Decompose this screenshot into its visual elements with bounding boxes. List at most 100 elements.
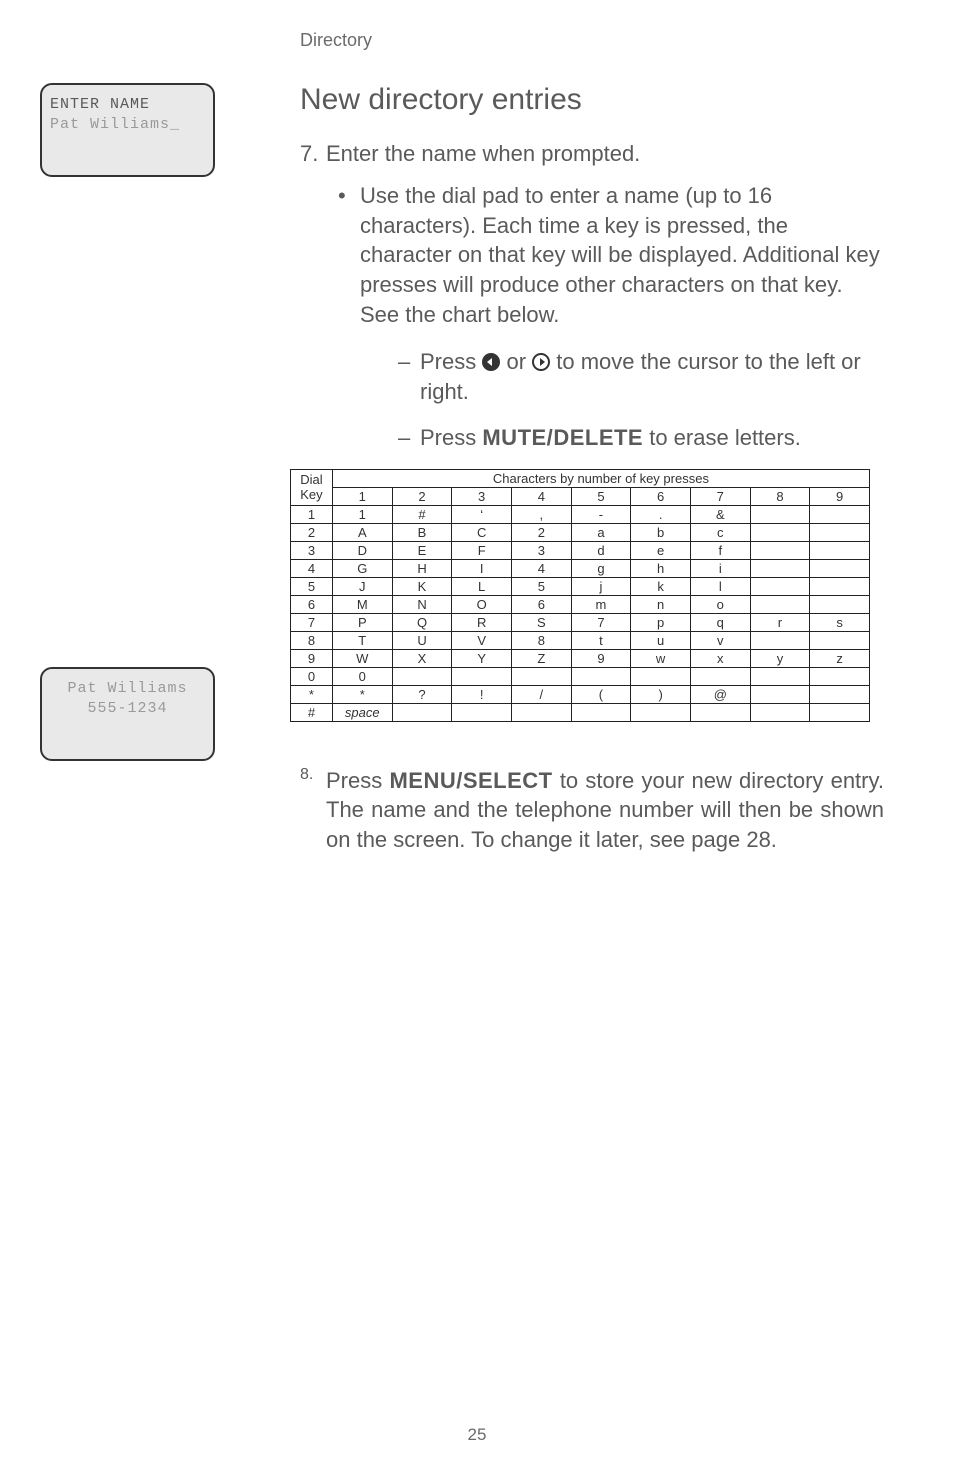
keymap-key-cell: * bbox=[291, 685, 333, 703]
keymap-cell: X bbox=[392, 649, 452, 667]
keymap-cell: ? bbox=[392, 685, 452, 703]
keymap-cell: / bbox=[512, 685, 572, 703]
col-9: 9 bbox=[810, 487, 870, 505]
table-row: #space bbox=[291, 703, 870, 721]
keymap-cell: J bbox=[332, 577, 392, 595]
keymap-cell: d bbox=[571, 541, 631, 559]
keymap-cell: . bbox=[631, 505, 691, 523]
keymap-cell bbox=[750, 523, 810, 541]
step-7-text: Enter the name when prompted. bbox=[326, 141, 640, 167]
keymap-cell bbox=[810, 631, 870, 649]
keymap-cell: a bbox=[571, 523, 631, 541]
keymap-header-dialkey: Dial Key bbox=[291, 469, 333, 505]
table-row: **?!/()@ bbox=[291, 685, 870, 703]
keymap-cell bbox=[512, 703, 572, 721]
keymap-cell bbox=[810, 667, 870, 685]
keymap-key-cell: 2 bbox=[291, 523, 333, 541]
keymap-cell: 5 bbox=[512, 577, 572, 595]
keymap-cell bbox=[690, 703, 750, 721]
keymap-key-cell: 4 bbox=[291, 559, 333, 577]
keymap-cell: o bbox=[690, 595, 750, 613]
keymap-cell: Q bbox=[392, 613, 452, 631]
table-row: 6MNO6mno bbox=[291, 595, 870, 613]
lcd-saved-entry: Pat Williams 555-1234 bbox=[40, 667, 215, 761]
keymap-cell: P bbox=[332, 613, 392, 631]
keymap-cell: N bbox=[392, 595, 452, 613]
lcd2-line2: 555-1234 bbox=[50, 699, 205, 719]
page-title: New directory entries bbox=[300, 83, 884, 117]
table-row: 8TUV8tuv bbox=[291, 631, 870, 649]
bullet-dot: • bbox=[338, 181, 360, 329]
sub2-key-sc: MUTE/ bbox=[482, 425, 553, 450]
keymap-key-cell: 8 bbox=[291, 631, 333, 649]
keymap-cell: H bbox=[392, 559, 452, 577]
keymap-cell bbox=[750, 541, 810, 559]
keymap-cell: 3 bbox=[512, 541, 572, 559]
keymap-cell: Y bbox=[452, 649, 512, 667]
table-row: 00 bbox=[291, 667, 870, 685]
keymap-cell: 8 bbox=[512, 631, 572, 649]
keymap-cell: j bbox=[571, 577, 631, 595]
keymap-cell: x bbox=[690, 649, 750, 667]
keymap-key-cell: 6 bbox=[291, 595, 333, 613]
keymap-table: Dial Key Characters by number of key pre… bbox=[290, 469, 870, 722]
keymap-cell: @ bbox=[690, 685, 750, 703]
keymap-cell: ‘ bbox=[452, 505, 512, 523]
keymap-header-span: Characters by number of key presses bbox=[332, 469, 869, 487]
lcd-enter-name: ENTER NAME Pat Williams_ bbox=[40, 83, 215, 177]
keymap-cell bbox=[810, 685, 870, 703]
lcd2-line1: Pat Williams bbox=[50, 679, 205, 699]
col-1: 1 bbox=[332, 487, 392, 505]
keymap-cell: U bbox=[392, 631, 452, 649]
keymap-cell: & bbox=[690, 505, 750, 523]
keymap-cell bbox=[810, 523, 870, 541]
keymap-cell bbox=[750, 505, 810, 523]
keymap-cell: s bbox=[810, 613, 870, 631]
keymap-cell: y bbox=[750, 649, 810, 667]
col-6: 6 bbox=[631, 487, 691, 505]
keymap-cell bbox=[392, 667, 452, 685]
keymap-cell bbox=[810, 595, 870, 613]
col-8: 8 bbox=[750, 487, 810, 505]
keymap-cell bbox=[750, 559, 810, 577]
keymap-cell: B bbox=[392, 523, 452, 541]
keymap-cell: ( bbox=[571, 685, 631, 703]
keymap-cell: - bbox=[571, 505, 631, 523]
page-number: 25 bbox=[0, 1425, 954, 1445]
keymap-cell bbox=[452, 667, 512, 685]
keymap-cell: g bbox=[571, 559, 631, 577]
sub2-key-bold: DELETE bbox=[553, 425, 643, 450]
keymap-cell: m bbox=[571, 595, 631, 613]
keymap-cell: C bbox=[452, 523, 512, 541]
keymap-cell: 1 bbox=[332, 505, 392, 523]
table-row: 5JKL5jkl bbox=[291, 577, 870, 595]
keymap-cell bbox=[571, 703, 631, 721]
keymap-cell bbox=[750, 703, 810, 721]
keymap-cell bbox=[452, 703, 512, 721]
keymap-cell: F bbox=[452, 541, 512, 559]
sub-1-text: Press or to move the cursor to the left … bbox=[420, 347, 884, 406]
sub1-b: or bbox=[500, 349, 532, 374]
keymap-key-cell: 9 bbox=[291, 649, 333, 667]
keymap-cell: D bbox=[332, 541, 392, 559]
right-column: New directory entries 7. Enter the name … bbox=[250, 83, 884, 855]
keymap-cell bbox=[750, 631, 810, 649]
keymap-key-cell: 7 bbox=[291, 613, 333, 631]
keymap-cell: L bbox=[452, 577, 512, 595]
keymap-cell: r bbox=[750, 613, 810, 631]
keymap-cell bbox=[631, 667, 691, 685]
keymap-cell: O bbox=[452, 595, 512, 613]
keymap-cell: space bbox=[332, 703, 392, 721]
table-row: 3DEF3def bbox=[291, 541, 870, 559]
keymap-cell: I bbox=[452, 559, 512, 577]
step-8-text: Press MENU/SELECT to store your new dire… bbox=[326, 766, 884, 855]
keymap-cell: 7 bbox=[571, 613, 631, 631]
sub2-a: Press bbox=[420, 425, 482, 450]
step8-key-bold: SELECT bbox=[463, 768, 553, 793]
keymap-cell: T bbox=[332, 631, 392, 649]
keymap-cell: K bbox=[392, 577, 452, 595]
keymap-cell: Z bbox=[512, 649, 572, 667]
keymap-cell: i bbox=[690, 559, 750, 577]
table-row: 9WXYZ9wxyz bbox=[291, 649, 870, 667]
keymap-cell: A bbox=[332, 523, 392, 541]
